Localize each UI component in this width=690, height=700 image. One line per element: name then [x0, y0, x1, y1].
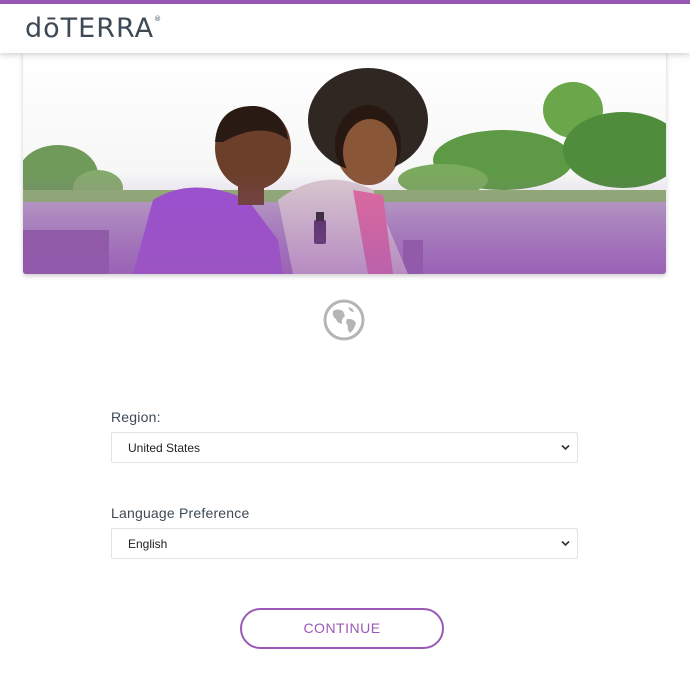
language-select[interactable]: English — [111, 528, 578, 559]
region-label: Region: — [111, 409, 161, 425]
continue-button[interactable]: CONTINUE — [240, 608, 444, 649]
site-header: dōTERRA® — [0, 4, 690, 53]
language-label: Language Preference — [111, 505, 250, 521]
region-selected-value: United States — [128, 441, 201, 455]
region-select[interactable]: United States — [111, 432, 578, 463]
globe-icon — [323, 299, 365, 341]
language-selected-value: English — [128, 537, 168, 551]
chevron-down-icon — [561, 540, 570, 547]
logo-registered-mark: ® — [154, 15, 163, 23]
doterra-logo[interactable]: dōTERRA® — [25, 13, 162, 44]
chevron-down-icon — [561, 444, 570, 451]
hero-image — [23, 50, 666, 274]
logo-text: dōTERRA — [25, 13, 155, 44]
